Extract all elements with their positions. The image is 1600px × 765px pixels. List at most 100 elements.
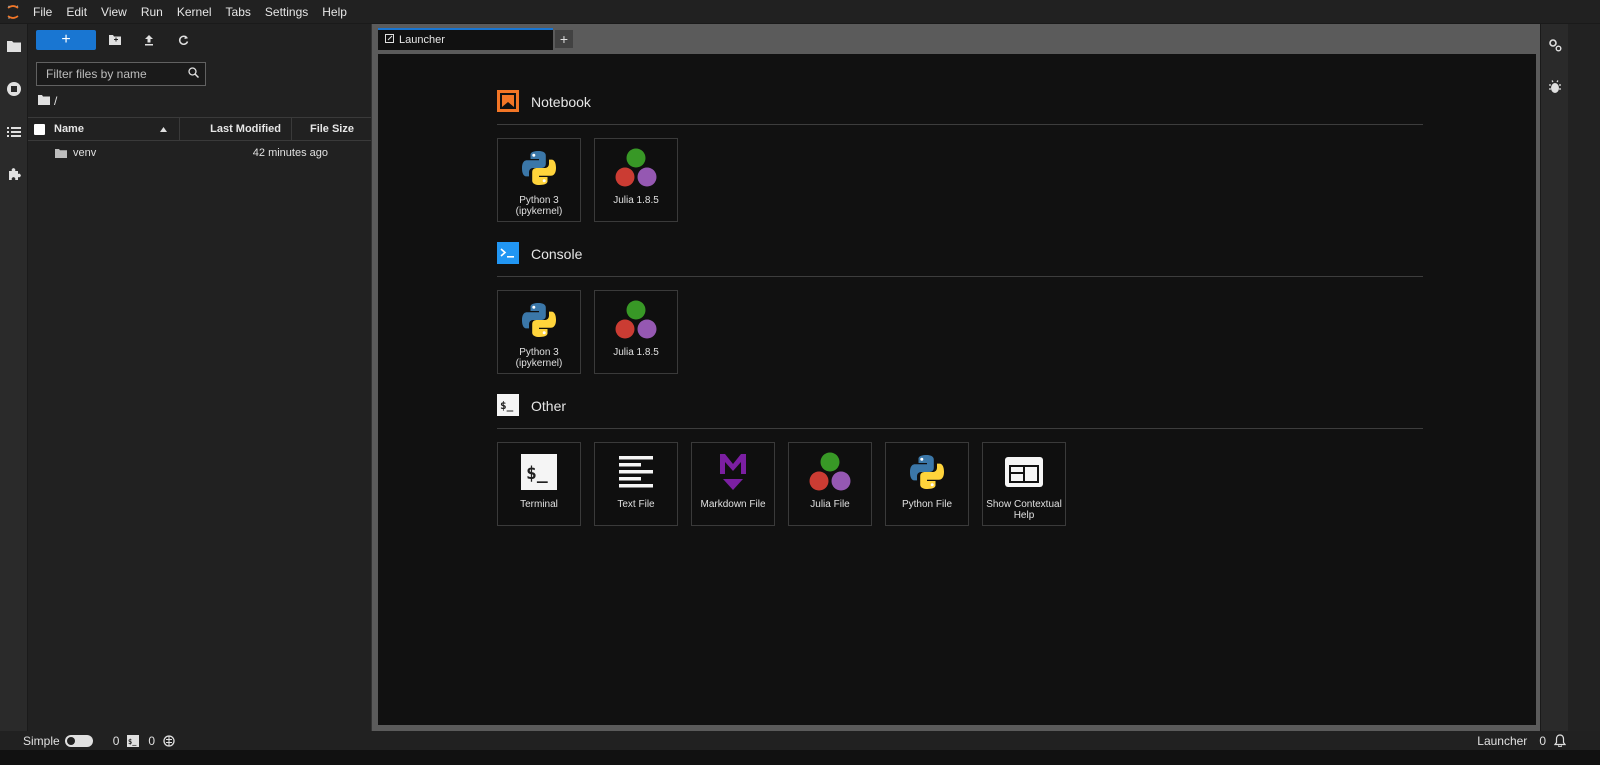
- card-label: Markdown File: [700, 499, 766, 510]
- card-label: Show Contextual Help: [986, 499, 1062, 521]
- svg-text:$_: $_: [128, 738, 137, 746]
- add-tab-button[interactable]: +: [555, 30, 573, 48]
- text-file-card[interactable]: Text File: [594, 442, 678, 526]
- column-name-header[interactable]: Name: [54, 123, 179, 135]
- launcher-panel: Notebook Python 3 (ipykernel) Julia 1.8.…: [378, 54, 1536, 725]
- simple-mode-toggle[interactable]: [64, 734, 93, 747]
- bottom-strip: [0, 750, 1600, 765]
- notebook-section: Notebook Python 3 (ipykernel) Julia 1.8.…: [497, 89, 1423, 222]
- svg-text:$_: $_: [526, 463, 548, 484]
- breadcrumb-folder-icon[interactable]: [38, 94, 50, 108]
- menu-help[interactable]: Help: [315, 0, 354, 24]
- file-browser-toolbar: +: [28, 24, 371, 56]
- kernel-status-icon[interactable]: [163, 734, 175, 747]
- menu-file[interactable]: File: [26, 0, 59, 24]
- tab-bar: Launcher +: [378, 28, 573, 50]
- file-row-name: venv: [73, 147, 97, 159]
- terminal-status-icon: $_: [127, 734, 140, 747]
- menu-view[interactable]: View: [94, 0, 134, 24]
- notebook-icon: [497, 89, 519, 115]
- notebook-python3-card[interactable]: Python 3 (ipykernel): [497, 138, 581, 222]
- terminal-section-icon: $_: [497, 393, 519, 419]
- new-folder-icon[interactable]: [98, 28, 132, 52]
- property-inspector-icon[interactable]: [1541, 24, 1569, 66]
- refresh-icon[interactable]: [166, 28, 200, 52]
- python-icon: [513, 145, 565, 191]
- contextual-help-card[interactable]: Show Contextual Help: [982, 442, 1066, 526]
- julia-icon: [804, 449, 856, 495]
- menu-settings[interactable]: Settings: [258, 0, 315, 24]
- other-section: $_ Other $_ Terminal Text File Markdown …: [497, 393, 1423, 526]
- card-label: Python 3 (ipykernel): [515, 347, 563, 369]
- jupyter-logo-icon: [0, 0, 26, 24]
- file-list-header: Name Last Modified File Size: [28, 117, 371, 141]
- file-row-modified: 42 minutes ago: [252, 147, 328, 159]
- kernel-count[interactable]: 0: [113, 734, 120, 748]
- running-icon[interactable]: [0, 67, 28, 110]
- debugger-icon[interactable]: [1541, 66, 1569, 108]
- menu-edit[interactable]: Edit: [59, 0, 94, 24]
- card-label: Python 3 (ipykernel): [515, 195, 563, 217]
- card-label: Julia 1.8.5: [613, 347, 659, 358]
- notification-count[interactable]: 0: [1539, 734, 1546, 748]
- console-julia-card[interactable]: Julia 1.8.5: [594, 290, 678, 374]
- console-section: Console Python 3 (ipykernel) Julia 1.8.5: [497, 241, 1423, 374]
- column-file-size-header[interactable]: File Size: [291, 117, 363, 141]
- card-label: Julia File: [810, 499, 850, 510]
- search-icon: [188, 67, 200, 81]
- other-section-title: Other: [531, 398, 567, 414]
- upload-icon[interactable]: [132, 28, 166, 52]
- launcher-tab-icon: [385, 34, 394, 46]
- python-icon: [513, 297, 565, 343]
- menu-tabs[interactable]: Tabs: [219, 0, 258, 24]
- filter-files-field[interactable]: [36, 62, 206, 86]
- tab-launcher[interactable]: Launcher: [378, 28, 553, 50]
- julia-icon: [610, 145, 662, 191]
- notebook-section-title: Notebook: [531, 94, 591, 110]
- extension-icon[interactable]: [0, 153, 28, 196]
- console-python3-card[interactable]: Python 3 (ipykernel): [497, 290, 581, 374]
- folder-icon: [55, 148, 67, 158]
- julia-file-card[interactable]: Julia File: [788, 442, 872, 526]
- markdown-file-card[interactable]: Markdown File: [691, 442, 775, 526]
- julia-icon: [610, 297, 662, 343]
- console-icon: [497, 241, 519, 267]
- card-label: Python File: [901, 499, 953, 510]
- current-activity-label: Launcher: [1477, 733, 1528, 748]
- contextual-help-icon: [998, 449, 1050, 495]
- folder-icon[interactable]: [0, 24, 28, 67]
- breadcrumb-path[interactable]: /: [54, 94, 57, 108]
- terminal-count[interactable]: 0: [148, 734, 155, 748]
- menu-bar: File Edit View Run Kernel Tabs Settings …: [0, 0, 1600, 24]
- console-section-title: Console: [531, 246, 583, 262]
- svg-text:$_: $_: [500, 399, 514, 412]
- card-label: Terminal: [520, 499, 558, 510]
- breadcrumb: /: [38, 92, 371, 110]
- status-bar: Simple 0 $_ 0 Launcher 0: [0, 731, 1600, 750]
- select-all-checkbox[interactable]: [34, 123, 45, 135]
- toc-icon[interactable]: [0, 110, 28, 153]
- card-label: Text File: [617, 499, 655, 510]
- python-file-card[interactable]: Python File: [885, 442, 969, 526]
- terminal-card[interactable]: $_ Terminal: [497, 442, 581, 526]
- simple-mode-label: Simple: [23, 733, 60, 748]
- python-icon: [901, 449, 953, 495]
- filter-files-input[interactable]: [46, 67, 188, 81]
- menu-kernel[interactable]: Kernel: [170, 0, 219, 24]
- terminal-icon: $_: [513, 449, 565, 495]
- notebook-julia-card[interactable]: Julia 1.8.5: [594, 138, 678, 222]
- new-launcher-button[interactable]: +: [36, 30, 96, 50]
- bell-icon[interactable]: [1554, 734, 1566, 747]
- sort-ascending-icon: [160, 123, 167, 135]
- card-label: Julia 1.8.5: [613, 195, 659, 206]
- markdown-icon: [707, 449, 759, 495]
- column-last-modified-header[interactable]: Last Modified: [179, 117, 291, 141]
- right-sidebar: [1540, 24, 1568, 749]
- menu-run[interactable]: Run: [134, 0, 170, 24]
- left-sidebar: [0, 24, 28, 749]
- text-file-icon: [610, 449, 662, 495]
- file-row[interactable]: venv 42 minutes ago: [28, 141, 371, 165]
- file-browser-panel: + / Name Last Modified File Size: [28, 24, 372, 749]
- right-margin: [1568, 24, 1600, 749]
- tab-label: Launcher: [399, 34, 445, 46]
